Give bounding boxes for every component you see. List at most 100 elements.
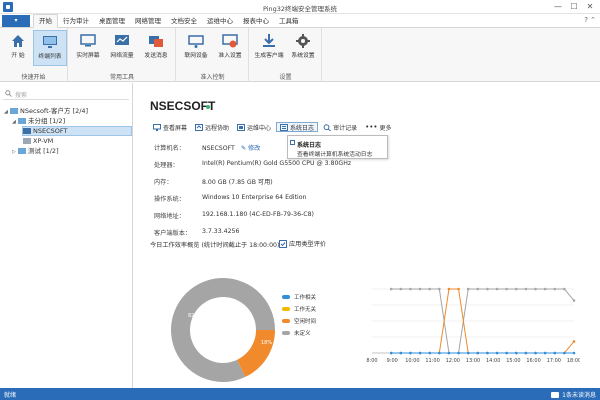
ribbon-group-label: 准入控制 <box>200 74 225 81</box>
realtime-screen-button[interactable]: 实时屏幕 <box>71 30 105 66</box>
app-menu-button[interactable]: ▾ <box>2 15 30 27</box>
tree-item-ungrouped[interactable]: ◢ 未分组 [1/2] <box>12 116 65 126</box>
help-controls[interactable]: ? ⌃ <box>584 16 596 24</box>
system-settings-button[interactable]: 系统设置 <box>286 30 320 66</box>
info-label: 内存： <box>154 179 173 186</box>
network-traffic-button[interactable]: 网络流量 <box>105 30 139 66</box>
computer-group-icon <box>18 148 26 154</box>
data-point <box>476 287 480 291</box>
tab-start[interactable]: 开始 <box>33 14 58 28</box>
data-point <box>418 351 422 355</box>
action-toolbar: 查看屏幕 远程协助 运维中心 系统日志 审计记录 ••• 更多 <box>150 122 396 132</box>
tab-toolbox[interactable]: 工具箱 <box>274 14 304 28</box>
tab-document-security[interactable]: 文档安全 <box>166 14 202 28</box>
send-message-icon <box>149 36 163 47</box>
close-button[interactable]: ✕ <box>582 1 598 13</box>
x-tick-label: 17:00 <box>547 358 561 364</box>
ribbon-group-label: 常用工具 <box>109 74 134 81</box>
view-screen-action[interactable]: 查看屏幕 <box>150 122 190 132</box>
tree-item-test[interactable]: ▷ 测试 [1/2] <box>12 146 59 156</box>
info-row-os: 操作系统： Windows 10 Enterprise 64 Edition <box>154 194 354 204</box>
system-log-icon <box>280 123 289 131</box>
home-button[interactable]: 开 始 <box>1 30 35 66</box>
data-point <box>553 287 557 291</box>
action-label: 运维中心 <box>247 124 272 132</box>
monitor-icon <box>80 34 96 47</box>
data-point <box>399 351 403 355</box>
data-point <box>457 287 460 291</box>
ribbon: 开 始 终端列表 快速开始 实时屏幕 网络流量 发送消息 常用工具 联网设备 准 <box>0 28 600 82</box>
edit-link[interactable]: ✎ 修改 <box>241 145 261 152</box>
data-point <box>534 351 537 355</box>
data-point <box>399 287 403 291</box>
app-type-rating-link[interactable]: 应用类型评价 <box>279 239 326 248</box>
tab-network-management[interactable]: 网络管理 <box>130 14 166 28</box>
status-text: 就绪 <box>4 392 17 399</box>
info-value: 192.168.1.180 (4C-ED-FB-79-36-C8) <box>202 211 314 218</box>
terminal-list-button[interactable]: 终端列表 <box>33 30 67 66</box>
more-action[interactable]: ••• 更多 <box>362 122 394 132</box>
tree-item-xp-vm[interactable]: XP-VM <box>23 136 53 146</box>
access-settings-icon <box>222 34 238 48</box>
data-point <box>409 287 412 291</box>
x-tick-label: 12:00 <box>446 358 460 364</box>
tab-report-center[interactable]: 报表中心 <box>238 14 274 28</box>
status-bar: 就绪 1条未读消息 <box>0 388 600 400</box>
tooltip-icon <box>290 140 295 145</box>
computer-group-icon <box>18 118 26 124</box>
more-icon: ••• <box>365 123 378 131</box>
data-point <box>572 299 576 302</box>
info-value: 3.7.33.4256 <box>202 228 240 235</box>
data-point <box>534 287 537 291</box>
network-device-button[interactable]: 联网设备 <box>179 30 213 66</box>
pie-slice <box>237 330 275 378</box>
remote-assist-action[interactable]: 远程协助 <box>192 122 232 132</box>
ops-center-action[interactable]: 运维中心 <box>234 122 274 132</box>
computer-icon <box>23 128 31 134</box>
x-tick-label: 15:00 <box>506 358 520 364</box>
unread-messages[interactable]: 1条未读消息 <box>551 390 596 399</box>
audit-record-icon <box>323 123 331 131</box>
tab-behavior-audit[interactable]: 行为审计 <box>58 14 94 28</box>
maximize-button[interactable]: ☐ <box>566 1 582 13</box>
info-label: 操作系统： <box>154 196 185 203</box>
ribbon-group-access-control: 联网设备 准入设置 准入控制 <box>177 28 249 82</box>
send-message-label: 发送消息 <box>144 53 168 59</box>
access-settings-button[interactable]: 准入设置 <box>213 30 247 66</box>
send-message-button[interactable]: 发送消息 <box>139 30 173 66</box>
data-point <box>543 351 547 355</box>
tree-item-nsecsoft[interactable]: NSECSOFT <box>22 126 132 136</box>
generate-client-button[interactable]: 生成客户端 <box>252 30 286 66</box>
tree-item-root[interactable]: ◢ NSecsoft-客户方 [2/4] <box>4 106 88 116</box>
tab-ops-center[interactable]: 运维中心 <box>202 14 238 28</box>
info-row-memory: 内存： 8.00 GB (7.85 GB 可用) <box>154 177 354 187</box>
audit-record-action[interactable]: 审计记录 <box>320 122 360 132</box>
app-type-rating-label: 应用类型评价 <box>289 241 327 248</box>
action-label: 远程协助 <box>205 124 230 132</box>
action-label: 查看屏幕 <box>163 124 188 132</box>
system-settings-label: 系统设置 <box>291 53 315 59</box>
tab-desktop-management[interactable]: 桌面管理 <box>94 14 130 28</box>
data-point <box>572 340 576 343</box>
ribbon-group-label: 设置 <box>279 74 292 81</box>
computer-icon <box>23 138 31 144</box>
data-point <box>389 287 393 291</box>
data-point <box>447 287 451 291</box>
minimize-button[interactable]: — <box>550 1 566 13</box>
network-device-icon <box>188 35 204 48</box>
x-tick-label: 16:00 <box>526 358 540 364</box>
window-title: Ping32终端安全管理系统 <box>262 5 338 13</box>
tooltip-title: 系统日志 <box>297 142 322 149</box>
search-box[interactable]: 搜索 <box>3 88 129 100</box>
system-log-tooltip: 系统日志 查看终端计算机系统活动日志 <box>287 135 388 159</box>
data-point <box>418 287 422 291</box>
data-point <box>495 351 499 355</box>
computer-name-value: NSECSOFT <box>202 145 235 152</box>
info-value: Windows 10 Enterprise 64 Edition <box>202 194 307 201</box>
realtime-screen-label: 实时屏幕 <box>76 53 100 59</box>
data-point <box>486 351 489 355</box>
data-point <box>466 351 470 355</box>
data-point <box>514 351 518 355</box>
online-status-dot <box>206 105 210 109</box>
system-log-action[interactable]: 系统日志 <box>276 122 319 132</box>
